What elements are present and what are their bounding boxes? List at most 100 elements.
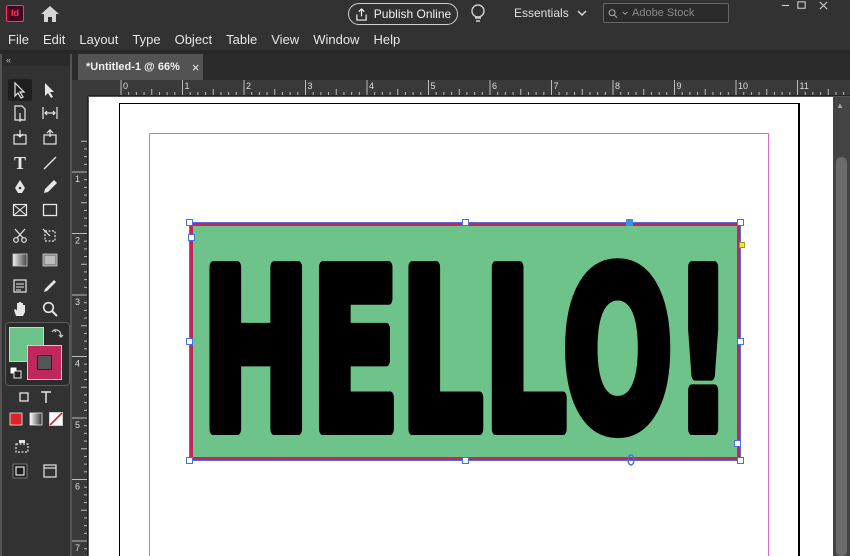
resize-handle-bottom-right[interactable]: [737, 457, 744, 464]
maximize-icon: [796, 1, 806, 9]
adobe-stock-search[interactable]: [603, 3, 729, 23]
rectangle-tool[interactable]: [38, 199, 62, 221]
menu-help[interactable]: Help: [373, 32, 407, 47]
menu-layout[interactable]: Layout: [79, 32, 125, 47]
screen-mode-icon[interactable]: [10, 436, 34, 458]
publish-online-button[interactable]: Publish Online: [348, 3, 458, 25]
line-tool-icon: [43, 156, 57, 170]
preview-mode-icon[interactable]: [38, 460, 62, 482]
menu-object[interactable]: Object: [175, 32, 220, 47]
gap-tool[interactable]: [38, 102, 62, 124]
resize-handle-top-right[interactable]: [737, 219, 744, 226]
menu-view[interactable]: View: [271, 32, 306, 47]
page-tool[interactable]: [8, 102, 32, 124]
vertical-ruler-ticks: 1 2 3 4 5 6 7: [72, 140, 87, 556]
gradient-feather-icon: [42, 253, 58, 267]
selection-tool[interactable]: [8, 79, 32, 101]
horizontal-ruler[interactable]: 0 1 2 3 4 5 6 7 8 9 10 11: [88, 80, 850, 96]
gradient-swatch-tool[interactable]: [8, 249, 32, 271]
lightbulb-icon[interactable]: [470, 3, 486, 25]
resize-handle-right[interactable]: [737, 338, 744, 345]
menu-type[interactable]: Type: [132, 32, 167, 47]
text-frame-anchor-handle[interactable]: [626, 219, 633, 226]
direct-selection-icon: [45, 83, 54, 98]
formatting-text-icon[interactable]: [34, 386, 58, 408]
corner-options-handle[interactable]: [739, 242, 745, 248]
line-tool[interactable]: [38, 152, 62, 174]
content-collector-icon: [13, 130, 27, 145]
ruler-label: 11: [800, 81, 809, 91]
resize-handle-bottom[interactable]: [462, 457, 469, 464]
type-tool[interactable]: T: [8, 152, 32, 174]
gap-tool-icon: [42, 107, 58, 119]
document-tab[interactable]: *Untitled-1 @ 66% ×: [78, 54, 203, 80]
ruler-label: 0: [123, 81, 128, 91]
close-window-button[interactable]: [808, 0, 838, 14]
vertical-ruler[interactable]: 1 2 3 4 5 6 7: [72, 96, 88, 556]
out-port-handle[interactable]: [734, 440, 741, 447]
hello-text-content: HELLO!: [201, 233, 733, 448]
stroke-swatch[interactable]: [27, 345, 62, 380]
document-tab-title: *Untitled-1 @ 66%: [86, 61, 180, 73]
menu-window[interactable]: Window: [313, 32, 366, 47]
title-bar: Id Publish Online Essentials: [0, 0, 850, 28]
swap-fill-stroke-icon[interactable]: [51, 326, 65, 340]
zoom-tool[interactable]: [38, 298, 62, 320]
in-port-handle[interactable]: [188, 234, 195, 241]
scissors-icon: [13, 228, 27, 243]
content-grabber-icon[interactable]: [625, 454, 637, 466]
resize-handle-left[interactable]: [186, 338, 193, 345]
workspace-switcher[interactable]: Essentials: [514, 6, 587, 20]
scissors-tool[interactable]: [8, 225, 32, 247]
document-tab-bar: *Untitled-1 @ 66% ×: [72, 54, 850, 80]
ruler-label: 10: [738, 81, 748, 91]
ruler-label: 3: [75, 297, 80, 307]
pencil-tool[interactable]: [38, 176, 62, 198]
ruler-origin[interactable]: [72, 80, 88, 96]
hello-text[interactable]: HELLO!: [197, 233, 737, 448]
formatting-container-icon[interactable]: [12, 386, 36, 408]
home-icon[interactable]: [40, 4, 60, 24]
eyedropper-tool[interactable]: [38, 275, 62, 297]
rectangle-frame-tool[interactable]: [8, 199, 32, 221]
toolbox-collapse[interactable]: «: [2, 54, 70, 66]
horizontal-ruler-ticks: 0 1 2 3 4 5 6 7 8 9 10 11: [120, 80, 845, 95]
default-colors-icon[interactable]: [9, 366, 22, 379]
zoom-icon: [42, 301, 58, 317]
search-input[interactable]: [632, 7, 728, 19]
scrollbar-thumb[interactable]: [836, 157, 847, 556]
menu-file[interactable]: File: [8, 32, 36, 47]
ruler-label: 6: [75, 482, 80, 492]
chevron-down-icon: [622, 11, 628, 15]
apply-none-icon[interactable]: [44, 408, 68, 430]
indesign-app-icon: Id: [6, 5, 24, 22]
publish-online-label: Publish Online: [373, 7, 452, 21]
ruler-label: 2: [75, 236, 80, 246]
gradient-icon: [12, 253, 28, 267]
ruler-label: 5: [75, 420, 80, 430]
direct-selection-tool[interactable]: [38, 79, 62, 101]
resize-handle-top[interactable]: [462, 219, 469, 226]
type-tool-icon: T: [13, 152, 26, 173]
note-tool[interactable]: [8, 275, 32, 297]
content-placer-tool[interactable]: [38, 126, 62, 148]
ruler-label: 4: [369, 81, 374, 91]
gradient-feather-tool[interactable]: [38, 249, 62, 271]
pen-tool[interactable]: [8, 176, 32, 198]
scroll-up-arrow-icon[interactable]: ▲: [836, 101, 844, 110]
close-tab-icon[interactable]: ×: [192, 60, 200, 75]
resize-handle-bottom-left[interactable]: [186, 457, 193, 464]
ruler-label: 1: [75, 174, 80, 184]
content-collector-tool[interactable]: [8, 126, 32, 148]
resize-handle-top-left[interactable]: [186, 219, 193, 226]
menu-edit[interactable]: Edit: [43, 32, 72, 47]
hand-tool[interactable]: [8, 298, 32, 320]
menu-table[interactable]: Table: [226, 32, 264, 47]
free-transform-tool[interactable]: [38, 225, 62, 247]
normal-view-icon[interactable]: [8, 460, 32, 482]
ruler-label: 7: [75, 543, 80, 553]
ruler-label: 3: [308, 81, 313, 91]
vertical-scrollbar[interactable]: ▲: [833, 97, 850, 556]
free-transform-icon: [42, 228, 56, 242]
stroke-swatch-hole: [37, 355, 52, 370]
